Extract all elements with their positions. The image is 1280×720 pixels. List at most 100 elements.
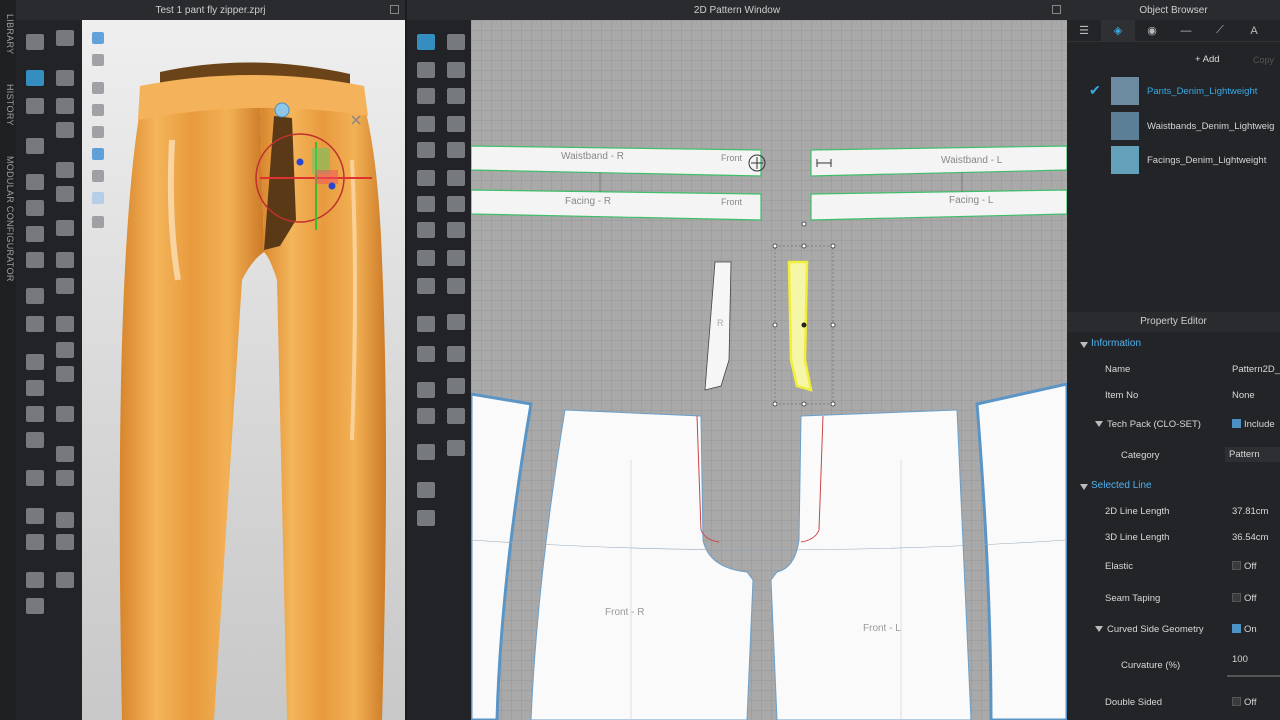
mannequin-tool-icon[interactable] — [26, 572, 44, 588]
elastic-checkbox[interactable]: Off — [1232, 561, 1257, 572]
stitch-tool-icon[interactable] — [56, 162, 74, 178]
ruler-2d-tool-icon[interactable] — [417, 316, 435, 332]
internal-polygon-tool-icon[interactable] — [417, 142, 435, 158]
side-tab-library[interactable]: LIBRARY — [1, 14, 15, 54]
texture-2d-tool-icon[interactable] — [447, 440, 465, 456]
free-sewing-tool-icon[interactable] — [447, 196, 465, 212]
button-icon[interactable]: ◉ — [1135, 20, 1169, 42]
measure-tool-icon[interactable] — [56, 186, 74, 202]
texture-tool-icon[interactable] — [56, 406, 74, 422]
arrange-tool-icon[interactable] — [26, 200, 44, 216]
topstitch-tool-icon[interactable] — [447, 378, 465, 394]
pen-tool-icon[interactable] — [26, 534, 44, 550]
dashed-line-tool-icon[interactable] — [447, 346, 465, 362]
fabric-list-item[interactable]: Facings_Denim_Lightweight — [1067, 143, 1280, 177]
block-tool-icon[interactable] — [56, 470, 74, 486]
button-tool-icon[interactable] — [56, 252, 74, 268]
information-section[interactable]: Information — [1067, 336, 1280, 356]
fabric-list-item[interactable]: ✔ Pants_Denim_Lightweight — [1067, 74, 1280, 108]
seamline-tool-icon[interactable] — [447, 278, 465, 294]
trace-tool-icon[interactable] — [417, 170, 435, 186]
add-button[interactable]: + Add — [1195, 54, 1220, 65]
polygon-tool-icon[interactable] — [417, 116, 435, 132]
buttonhole-tool-icon[interactable] — [56, 278, 74, 294]
tech-pack-checkbox[interactable]: Include — [1232, 419, 1275, 430]
tape-tool-icon[interactable] — [26, 470, 44, 486]
fold-arrange-tool-icon[interactable] — [56, 366, 74, 382]
shirt-tool-icon[interactable] — [26, 380, 44, 396]
text-edit-tool-icon[interactable] — [417, 408, 435, 424]
3d-viewport[interactable] — [82, 20, 405, 720]
shirt2-tool-icon[interactable] — [56, 446, 74, 462]
book-tool-icon[interactable] — [26, 406, 44, 422]
walk-tool-icon[interactable] — [56, 30, 74, 46]
tack-tool-icon[interactable] — [56, 122, 74, 138]
add-point-tool-icon[interactable] — [417, 88, 435, 104]
select-mesh-tool-icon[interactable] — [26, 98, 44, 114]
pleat-tool-icon[interactable] — [447, 170, 465, 186]
rectangle-tool-icon[interactable] — [447, 116, 465, 132]
brush-tool-icon[interactable] — [56, 98, 74, 114]
line-tool-icon[interactable] — [26, 288, 44, 304]
graphic-tool-icon[interactable] — [56, 316, 74, 332]
fabric-list-item[interactable]: Waistbands_Denim_Lightweig — [1067, 109, 1280, 143]
move-down-tool-icon[interactable] — [26, 34, 44, 50]
trim-tool-icon[interactable] — [26, 316, 44, 332]
item-no-field[interactable]: None — [1232, 390, 1255, 401]
text-tool-icon[interactable] — [417, 382, 435, 398]
side-tab-history[interactable]: HISTORY — [1, 84, 15, 126]
name-field[interactable]: Pattern2D_ — [1232, 364, 1280, 375]
category-select[interactable]: Pattern — [1225, 447, 1280, 462]
internal-rect-tool-icon[interactable] — [447, 142, 465, 158]
pin-tool-icon[interactable] — [56, 70, 74, 86]
hanger-tool-icon[interactable] — [26, 598, 44, 614]
figure-tool-icon[interactable] — [417, 510, 435, 526]
dart-tool-icon[interactable] — [417, 222, 435, 238]
avatar-2d-tool-icon[interactable] — [417, 482, 435, 498]
measure-2d-tool-icon[interactable] — [447, 314, 465, 330]
avatar-tool-icon[interactable] — [26, 432, 44, 448]
edit-pattern-tool-icon[interactable] — [447, 34, 465, 50]
notch-tool-icon[interactable] — [447, 222, 465, 238]
split-tool-icon[interactable] — [56, 572, 74, 588]
curvature-field[interactable]: 100 — [1232, 654, 1248, 665]
topstitch-icon[interactable]: ⟋ — [1203, 20, 1237, 42]
curved-side-checkbox[interactable]: On — [1232, 624, 1257, 635]
fabric-icon[interactable]: ◈ — [1101, 19, 1135, 42]
zipper-icon[interactable]: — — [1169, 20, 1203, 42]
zigzag-tool-icon[interactable] — [447, 408, 465, 424]
line-2d-value[interactable]: 37.81cm — [1232, 506, 1268, 517]
segment-tool-icon[interactable] — [26, 226, 44, 242]
seam-taping-checkbox[interactable]: Off — [1232, 593, 1257, 604]
square-tool-icon[interactable] — [56, 512, 74, 528]
selected-line-section[interactable]: Selected Line — [1067, 478, 1280, 498]
ruler-tool-icon[interactable] — [26, 508, 44, 524]
fill-tool-icon[interactable] — [56, 534, 74, 550]
curve-point-tool-icon[interactable] — [447, 62, 465, 78]
grade-tool-icon[interactable] — [417, 444, 435, 460]
restore-icon[interactable] — [390, 5, 399, 14]
garment-tool-icon[interactable] — [26, 174, 44, 190]
side-tab-modular-configurator[interactable]: MODULAR CONFIGURATOR — [1, 156, 15, 282]
transform-pattern-tool-icon[interactable] — [417, 34, 435, 50]
length-tool-icon[interactable] — [417, 346, 435, 362]
puckering-tool-icon[interactable] — [56, 342, 74, 358]
edit-tool-icon[interactable] — [56, 220, 74, 236]
select-move-tool-icon[interactable] — [26, 70, 44, 86]
segment-sewing-tool-icon[interactable] — [417, 196, 435, 212]
zipper-tool-icon[interactable] — [26, 252, 44, 268]
pattern-canvas[interactable]: Waistband - R Waistband - L Front Front … — [471, 20, 1067, 720]
list-icon[interactable]: ☰ — [1067, 20, 1101, 42]
edit-curvature-tool-icon[interactable] — [447, 88, 465, 104]
fold-tool-icon[interactable] — [26, 138, 44, 154]
copy-button[interactable]: Copy — [1253, 55, 1274, 65]
film-tool-icon[interactable] — [417, 278, 435, 294]
restore-icon[interactable] — [1052, 5, 1061, 14]
avatar-icon[interactable]: A — [1237, 20, 1271, 42]
tuck-tool-icon[interactable] — [447, 250, 465, 266]
attachment-tool-icon[interactable] — [26, 354, 44, 370]
edit-point-tool-icon[interactable] — [417, 62, 435, 78]
fold-line-tool-icon[interactable] — [417, 250, 435, 266]
curvature-slider[interactable] — [1227, 675, 1280, 677]
double-sided-checkbox[interactable]: Off — [1232, 697, 1257, 708]
